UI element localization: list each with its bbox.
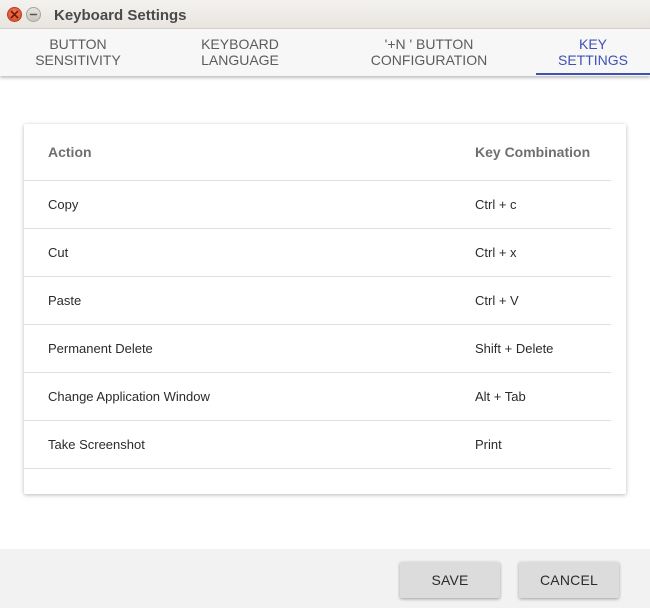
action-cell: Paste	[48, 293, 82, 308]
action-cell: Cut	[48, 245, 69, 260]
tab-label-line1: BUTTON	[49, 36, 107, 52]
tab-key-settings[interactable]: KEY SETTINGS	[536, 29, 650, 76]
minimize-icon[interactable]	[26, 7, 41, 22]
key-combination-cell: Shift + Delete	[475, 341, 554, 356]
table-header-row: Action Key Combination	[24, 124, 611, 181]
dialog-footer: SAVE CANCEL	[0, 549, 650, 608]
tab-label-line1: '+N ' BUTTON	[384, 36, 474, 52]
key-settings-table: Action Key Combination Copy Ctrl + c Cut…	[24, 124, 626, 494]
tab-label-line2: SETTINGS	[557, 52, 628, 68]
close-icon[interactable]	[7, 7, 22, 22]
action-cell: Take Screenshot	[48, 437, 145, 452]
action-cell: Permanent Delete	[48, 341, 153, 356]
cancel-button[interactable]: CANCEL	[519, 562, 619, 598]
table-row[interactable]: Paste Ctrl + V	[24, 277, 611, 325]
tab-label-line2: SENSITIVITY	[35, 52, 121, 68]
tab-button-sensitivity[interactable]: BUTTON SENSITIVITY	[22, 29, 134, 76]
table-row[interactable]: Copy Ctrl + c	[24, 181, 611, 229]
tab-label-line2: CONFIGURATION	[370, 52, 488, 68]
save-button[interactable]: SAVE	[400, 562, 500, 598]
tab-n-button-configuration[interactable]: '+N ' BUTTON CONFIGURATION	[359, 29, 499, 76]
tab-label-line1: KEY	[578, 36, 607, 52]
tab-label-line1: KEYBOARD	[201, 36, 279, 52]
action-cell: Copy	[48, 197, 79, 212]
column-header-action: Action	[48, 144, 92, 160]
window-title: Keyboard Settings	[54, 7, 187, 24]
table-row[interactable]: Change Application Window Alt + Tab	[24, 373, 611, 421]
column-header-key-combination: Key Combination	[475, 144, 591, 160]
tab-label-line2: LANGUAGE	[201, 52, 279, 68]
active-tab-indicator	[536, 73, 650, 75]
key-combination-cell: Ctrl + V	[475, 293, 519, 308]
table-row[interactable]: Cut Ctrl + x	[24, 229, 611, 277]
table-row[interactable]: Take Screenshot Print	[24, 421, 611, 469]
action-cell: Change Application Window	[48, 389, 210, 404]
key-combination-cell: Alt + Tab	[475, 389, 526, 404]
tab-bar: BUTTON SENSITIVITY KEYBOARD LANGUAGE '+N…	[0, 29, 650, 76]
key-combination-cell: Ctrl + x	[475, 245, 517, 260]
key-combination-cell: Ctrl + c	[475, 197, 517, 212]
key-combination-cell: Print	[475, 437, 502, 452]
table-row[interactable]: Permanent Delete Shift + Delete	[24, 325, 611, 373]
tab-keyboard-language[interactable]: KEYBOARD LANGUAGE	[184, 29, 296, 76]
window-titlebar: Keyboard Settings	[0, 0, 650, 29]
